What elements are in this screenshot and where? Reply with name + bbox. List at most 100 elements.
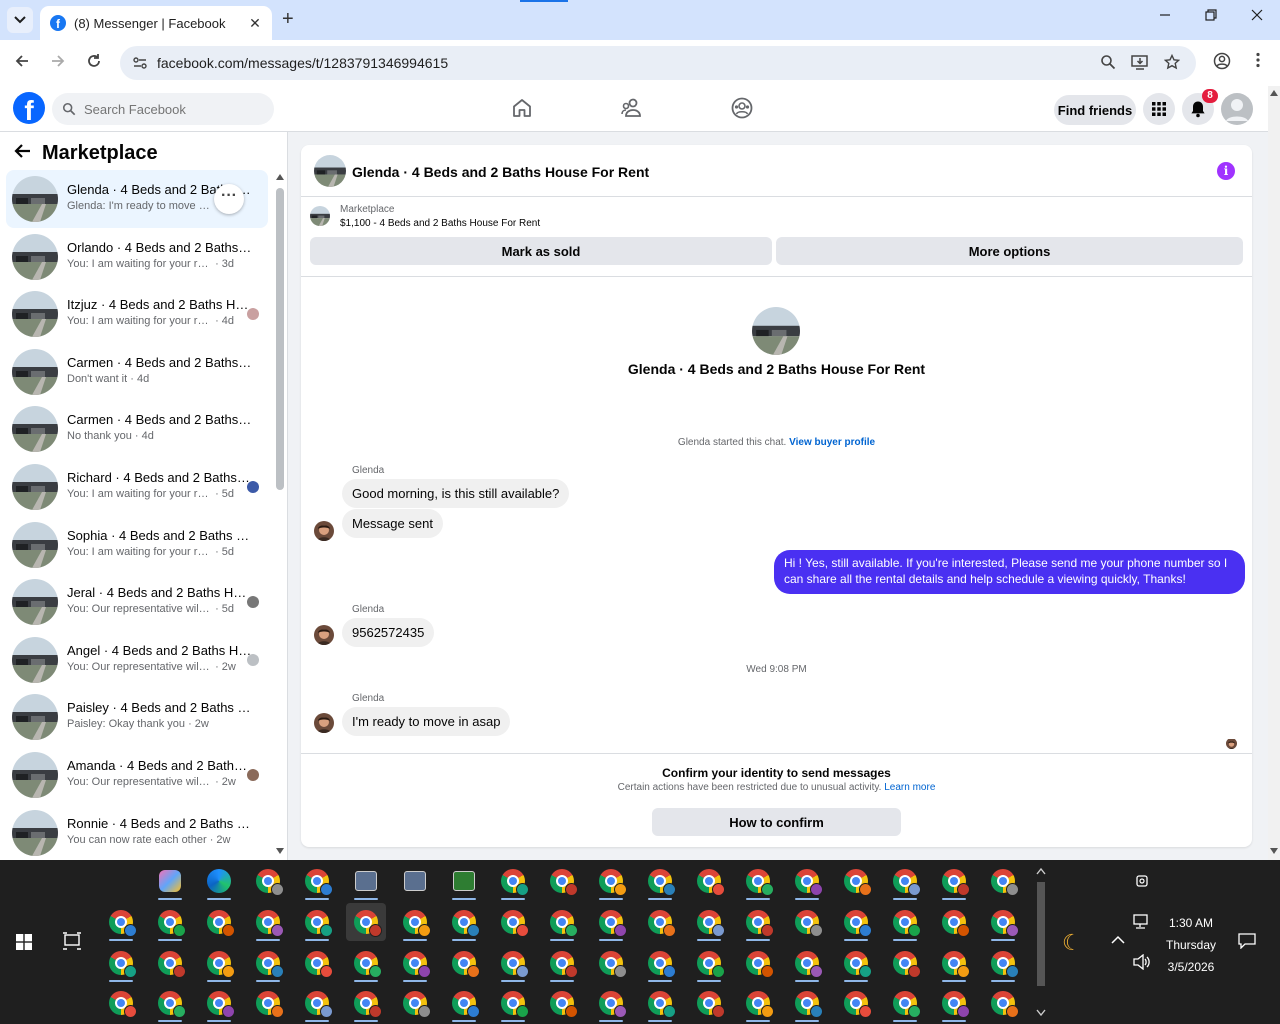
- chat-title[interactable]: Glenda · 4 Beds and 2 Baths House For Re…: [352, 164, 649, 180]
- taskbar-app-icon[interactable]: [542, 984, 582, 1022]
- incoming-message[interactable]: 9562572435: [342, 618, 435, 647]
- install-app-icon[interactable]: [1130, 54, 1150, 74]
- conversation-item[interactable]: Amanda · 4 Beds and 2 Baths House For Re…: [6, 746, 268, 804]
- account-avatar[interactable]: [1221, 93, 1253, 125]
- taskbar-app-icon[interactable]: [199, 862, 239, 900]
- taskbar-app-icon[interactable]: [493, 944, 533, 982]
- view-buyer-profile-link[interactable]: View buyer profile: [789, 437, 875, 448]
- windows-start-icon[interactable]: [16, 934, 32, 950]
- taskbar-app-icon[interactable]: [738, 862, 778, 900]
- taskbar-app-icon[interactable]: [444, 862, 484, 900]
- taskbar-app-icon[interactable]: [346, 944, 386, 982]
- task-view-icon[interactable]: [62, 932, 82, 950]
- conversation-item[interactable]: Itzjuz · 4 Beds and 2 Baths House For Re…: [6, 285, 268, 343]
- conversation-item[interactable]: Angel · 4 Beds and 2 Baths House For Ren…: [6, 631, 268, 689]
- taskbar-app-icon[interactable]: [934, 862, 974, 900]
- conversation-item[interactable]: Richard · 4 Beds and 2 Baths House For R…: [6, 458, 268, 516]
- taskbar-app-icon[interactable]: [297, 903, 337, 941]
- mark-as-sold-button[interactable]: Mark as sold: [310, 237, 772, 265]
- sender-avatar[interactable]: [314, 713, 334, 733]
- facebook-logo-icon[interactable]: f: [13, 92, 45, 124]
- sender-avatar[interactable]: [314, 625, 334, 645]
- taskbar-app-icon[interactable]: [199, 944, 239, 982]
- taskbar-app-icon[interactable]: [248, 903, 288, 941]
- info-icon[interactable]: i: [1217, 162, 1235, 180]
- conversation-item[interactable]: Ronnie · 4 Beds and 2 Baths House For Re…: [6, 804, 268, 860]
- taskbar-app-icon[interactable]: [493, 903, 533, 941]
- taskbar-scrollbar[interactable]: [1034, 864, 1048, 1020]
- scroll-up-icon[interactable]: [276, 174, 284, 180]
- url-text[interactable]: facebook.com/messages/t/1283791346994615: [157, 55, 448, 71]
- bookmark-star-icon[interactable]: [1162, 53, 1182, 74]
- conversation-item[interactable]: Glenda · 4 Beds and 2 Baths House For Re…: [6, 170, 268, 228]
- meet-now-icon[interactable]: [1134, 872, 1150, 893]
- taskbar-app-icon[interactable]: [591, 984, 631, 1022]
- find-friends-button[interactable]: Find friends: [1054, 95, 1136, 125]
- page-scroll-up-icon[interactable]: [1270, 90, 1278, 96]
- incoming-message[interactable]: Good morning, is this still available?: [342, 479, 570, 508]
- incoming-message[interactable]: I'm ready to move in asap: [342, 707, 511, 736]
- volume-icon[interactable]: [1133, 953, 1151, 973]
- reload-button[interactable]: [83, 52, 105, 74]
- taskbar-app-icon[interactable]: [395, 903, 435, 941]
- taskbar-app-icon[interactable]: [787, 862, 827, 900]
- taskbar-app-icon[interactable]: [542, 862, 582, 900]
- taskbar-app-icon[interactable]: [689, 903, 729, 941]
- zoom-icon[interactable]: [1098, 54, 1118, 74]
- taskbar-app-icon[interactable]: [150, 903, 190, 941]
- conversation-item[interactable]: Jeral · 4 Beds and 2 Baths House For Ren…: [6, 573, 268, 631]
- taskbar-app-icon[interactable]: [346, 984, 386, 1022]
- conversation-options-button[interactable]: ···: [214, 184, 244, 214]
- outgoing-message[interactable]: Hi ! Yes, still available. If you're int…: [774, 550, 1245, 594]
- browser-menu-icon[interactable]: [1248, 52, 1268, 72]
- listing-small-thumbnail[interactable]: [310, 206, 330, 226]
- taskbar-app-icon[interactable]: [836, 903, 876, 941]
- taskbar-app-icon[interactable]: [444, 944, 484, 982]
- taskbar-app-icon[interactable]: [885, 944, 925, 982]
- list-scrollbar[interactable]: [276, 188, 284, 490]
- taskbar-app-icon[interactable]: [689, 984, 729, 1022]
- taskbar-app-icon[interactable]: [199, 903, 239, 941]
- how-to-confirm-button[interactable]: How to confirm: [652, 808, 901, 836]
- taskbar-app-icon[interactable]: [983, 862, 1023, 900]
- taskbar-app-icon[interactable]: [738, 984, 778, 1022]
- taskbar-app-icon[interactable]: [493, 984, 533, 1022]
- tab-search-button[interactable]: [7, 7, 33, 33]
- scroll-down-icon[interactable]: [276, 848, 284, 854]
- taskbar-app-icon[interactable]: [689, 944, 729, 982]
- taskbar-app-icon[interactable]: [542, 903, 582, 941]
- taskbar-app-icon[interactable]: [346, 903, 386, 941]
- taskbar-app-icon[interactable]: [836, 862, 876, 900]
- taskbar-app-icon[interactable]: [934, 903, 974, 941]
- taskbar-app-icon[interactable]: [885, 862, 925, 900]
- new-tab-button[interactable]: +: [282, 9, 294, 29]
- search-input[interactable]: [84, 101, 264, 117]
- listing-thumbnail[interactable]: [314, 155, 346, 187]
- system-clock[interactable]: 1:30 AM Thursday 3/5/2026: [1160, 912, 1222, 978]
- tab-close-icon[interactable]: ✕: [246, 15, 264, 32]
- site-info-icon[interactable]: [132, 55, 148, 71]
- profile-icon[interactable]: [1212, 52, 1232, 72]
- taskbar-app-icon[interactable]: [101, 944, 141, 982]
- taskbar-app-icon[interactable]: [591, 903, 631, 941]
- taskbar-app-icon[interactable]: [640, 862, 680, 900]
- learn-more-link[interactable]: Learn more: [884, 782, 935, 793]
- sender-avatar[interactable]: [314, 521, 334, 541]
- taskbar-app-icon[interactable]: [395, 984, 435, 1022]
- taskbar-app-icon[interactable]: [934, 944, 974, 982]
- incoming-message[interactable]: Message sent: [342, 509, 443, 538]
- taskbar-app-icon[interactable]: [297, 984, 337, 1022]
- taskbar-app-icon[interactable]: [591, 944, 631, 982]
- back-button[interactable]: [11, 52, 33, 74]
- forward-button[interactable]: [47, 52, 69, 74]
- taskbar-app-icon[interactable]: [689, 862, 729, 900]
- taskbar-app-icon[interactable]: [101, 984, 141, 1022]
- taskbar-app-icon[interactable]: [150, 984, 190, 1022]
- taskbar-app-icon[interactable]: [150, 944, 190, 982]
- taskbar-app-icon[interactable]: [297, 944, 337, 982]
- taskbar-app-icon[interactable]: [346, 862, 386, 900]
- taskbar-app-icon[interactable]: [983, 944, 1023, 982]
- page-scroll-down-icon[interactable]: [1270, 848, 1278, 854]
- browser-tab-messenger[interactable]: f (8) Messenger | Facebook ✕: [40, 6, 272, 40]
- taskbar-app-icon[interactable]: [836, 984, 876, 1022]
